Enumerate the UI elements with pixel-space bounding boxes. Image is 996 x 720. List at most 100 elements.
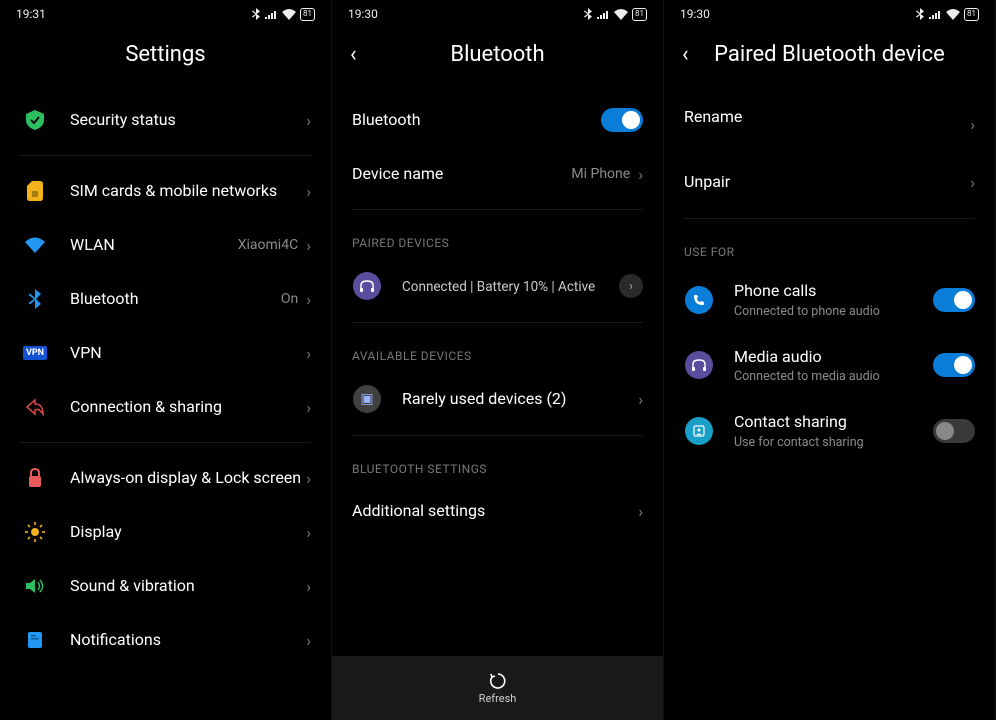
section-paired-devices: PAIRED DEVICES — [332, 218, 663, 258]
row-security-status[interactable]: Security status › — [0, 93, 331, 147]
battery-icon: 81 — [632, 8, 647, 21]
row-unpair[interactable]: Unpair › — [664, 156, 995, 210]
row-vpn[interactable]: VPN VPN › — [0, 326, 331, 380]
chevron-right-icon: › — [306, 236, 311, 255]
sublabel: Connected to phone audio — [734, 304, 933, 319]
section-available-devices: AVAILABLE DEVICES — [332, 331, 663, 371]
label: Phone calls — [734, 281, 933, 302]
row-connection-sharing[interactable]: Connection & sharing › — [0, 380, 331, 434]
media-audio-toggle[interactable] — [933, 353, 975, 377]
row-rename[interactable]: Rename › — [664, 93, 995, 156]
bluetooth-content: Bluetooth Device name Mi Phone › PAIRED … — [332, 93, 663, 656]
divider — [352, 322, 643, 323]
contact-icon — [684, 417, 714, 445]
rename-value — [684, 130, 970, 142]
label: Security status — [70, 110, 306, 131]
sublabel: Use for contact sharing — [734, 435, 933, 450]
bluetooth-status-icon — [583, 8, 593, 20]
wifi-icon — [614, 9, 628, 20]
section-bluetooth-settings: BLUETOOTH SETTINGS — [332, 444, 663, 484]
device-group-icon: ▣ — [352, 385, 382, 413]
chevron-right-icon: › — [638, 390, 643, 409]
refresh-label: Refresh — [479, 692, 517, 705]
screen-bluetooth: 19:30 81 ‹ Bluetooth Bluetooth Device na… — [332, 0, 664, 720]
status-icons: 81 — [251, 8, 315, 21]
chevron-right-icon: › — [306, 577, 311, 596]
label: VPN — [70, 343, 306, 364]
row-device-name[interactable]: Device name Mi Phone › — [332, 147, 663, 201]
status-bar: 19:30 81 — [332, 0, 663, 28]
label: Unpair — [684, 172, 970, 193]
vpn-icon: VPN — [20, 346, 50, 360]
status: Connected | Battery 10% | Active — [402, 279, 619, 295]
refresh-button[interactable]: Refresh — [332, 656, 663, 720]
chevron-right-icon: › — [306, 469, 311, 488]
phone-calls-toggle[interactable] — [933, 288, 975, 312]
row-sim-cards[interactable]: SIM cards & mobile networks › — [0, 164, 331, 218]
chevron-right-icon: › — [638, 165, 643, 184]
screen-settings: 19:31 81 Settings Security status › — [0, 0, 332, 720]
chevron-right-icon: › — [306, 523, 311, 542]
bluetooth-toggle[interactable] — [601, 108, 643, 132]
chevron-right-icon: › — [970, 115, 975, 134]
label: Media audio — [734, 347, 933, 368]
label: Bluetooth — [70, 289, 281, 310]
row-additional-settings[interactable]: Additional settings › — [332, 484, 663, 538]
bluetooth-icon — [20, 289, 50, 309]
bluetooth-status-icon — [251, 8, 261, 20]
label: Device name — [352, 164, 571, 185]
row-rarely-used[interactable]: ▣ Rarely used devices (2) › — [332, 371, 663, 427]
divider — [20, 155, 311, 156]
label: Always-on display & Lock screen — [70, 468, 306, 489]
chevron-right-icon: › — [306, 111, 311, 130]
row-bluetooth[interactable]: Bluetooth On › — [0, 272, 331, 326]
shield-icon — [20, 110, 50, 130]
label: Connection & sharing — [70, 397, 306, 418]
contact-sharing-toggle[interactable] — [933, 419, 975, 443]
chevron-right-icon: › — [306, 398, 311, 417]
row-paired-device[interactable]: Connected | Battery 10% | Active › — [332, 258, 663, 314]
status-icons: 81 — [583, 8, 647, 21]
row-media-audio[interactable]: Media audio Connected to media audio — [664, 333, 995, 399]
back-button[interactable]: ‹ — [350, 42, 357, 67]
phone-icon — [684, 286, 714, 314]
signal-icon — [597, 9, 610, 19]
notifications-icon — [20, 631, 50, 649]
row-contact-sharing[interactable]: Contact sharing Use for contact sharing — [664, 398, 995, 464]
value: On — [281, 291, 298, 307]
signal-icon — [265, 9, 278, 19]
device-settings-button[interactable]: › — [619, 274, 643, 298]
status-bar: 19:30 81 — [664, 0, 995, 28]
chevron-right-icon: › — [638, 502, 643, 521]
row-bluetooth-toggle[interactable]: Bluetooth — [332, 93, 663, 147]
bluetooth-status-icon — [915, 8, 925, 20]
label: Rarely used devices (2) — [402, 389, 638, 410]
divider — [684, 218, 975, 219]
row-display[interactable]: Display › — [0, 505, 331, 559]
wifi-icon — [282, 9, 296, 20]
row-always-on-display[interactable]: Always-on display & Lock screen › — [0, 451, 331, 505]
back-button[interactable]: ‹ — [682, 42, 689, 67]
divider — [20, 442, 311, 443]
row-phone-calls[interactable]: Phone calls Connected to phone audio — [664, 267, 995, 333]
headphones-icon — [352, 272, 382, 300]
label: WLAN — [70, 235, 238, 256]
clock: 19:30 — [348, 7, 378, 21]
chevron-right-icon: › — [306, 290, 311, 309]
page-title: Settings — [0, 28, 331, 93]
row-sound-vibration[interactable]: Sound & vibration › — [0, 559, 331, 613]
label: Display — [70, 522, 306, 543]
paired-device-content: Rename › Unpair › USE FOR Phone calls Co… — [664, 93, 995, 720]
sublabel: Connected to media audio — [734, 369, 933, 384]
value: Mi Phone — [571, 166, 630, 182]
battery-icon: 81 — [300, 8, 315, 21]
row-wlan[interactable]: WLAN Xiaomi4C › — [0, 218, 331, 272]
divider — [352, 209, 643, 210]
label: Rename — [684, 107, 970, 128]
label: Contact sharing — [734, 412, 933, 433]
status-icons: 81 — [915, 8, 979, 21]
label: Sound & vibration — [70, 576, 306, 597]
row-notifications[interactable]: Notifications › — [0, 613, 331, 667]
signal-icon — [929, 9, 942, 19]
screen-paired-device: 19:30 81 ‹ Paired Bluetooth device Renam… — [664, 0, 996, 720]
